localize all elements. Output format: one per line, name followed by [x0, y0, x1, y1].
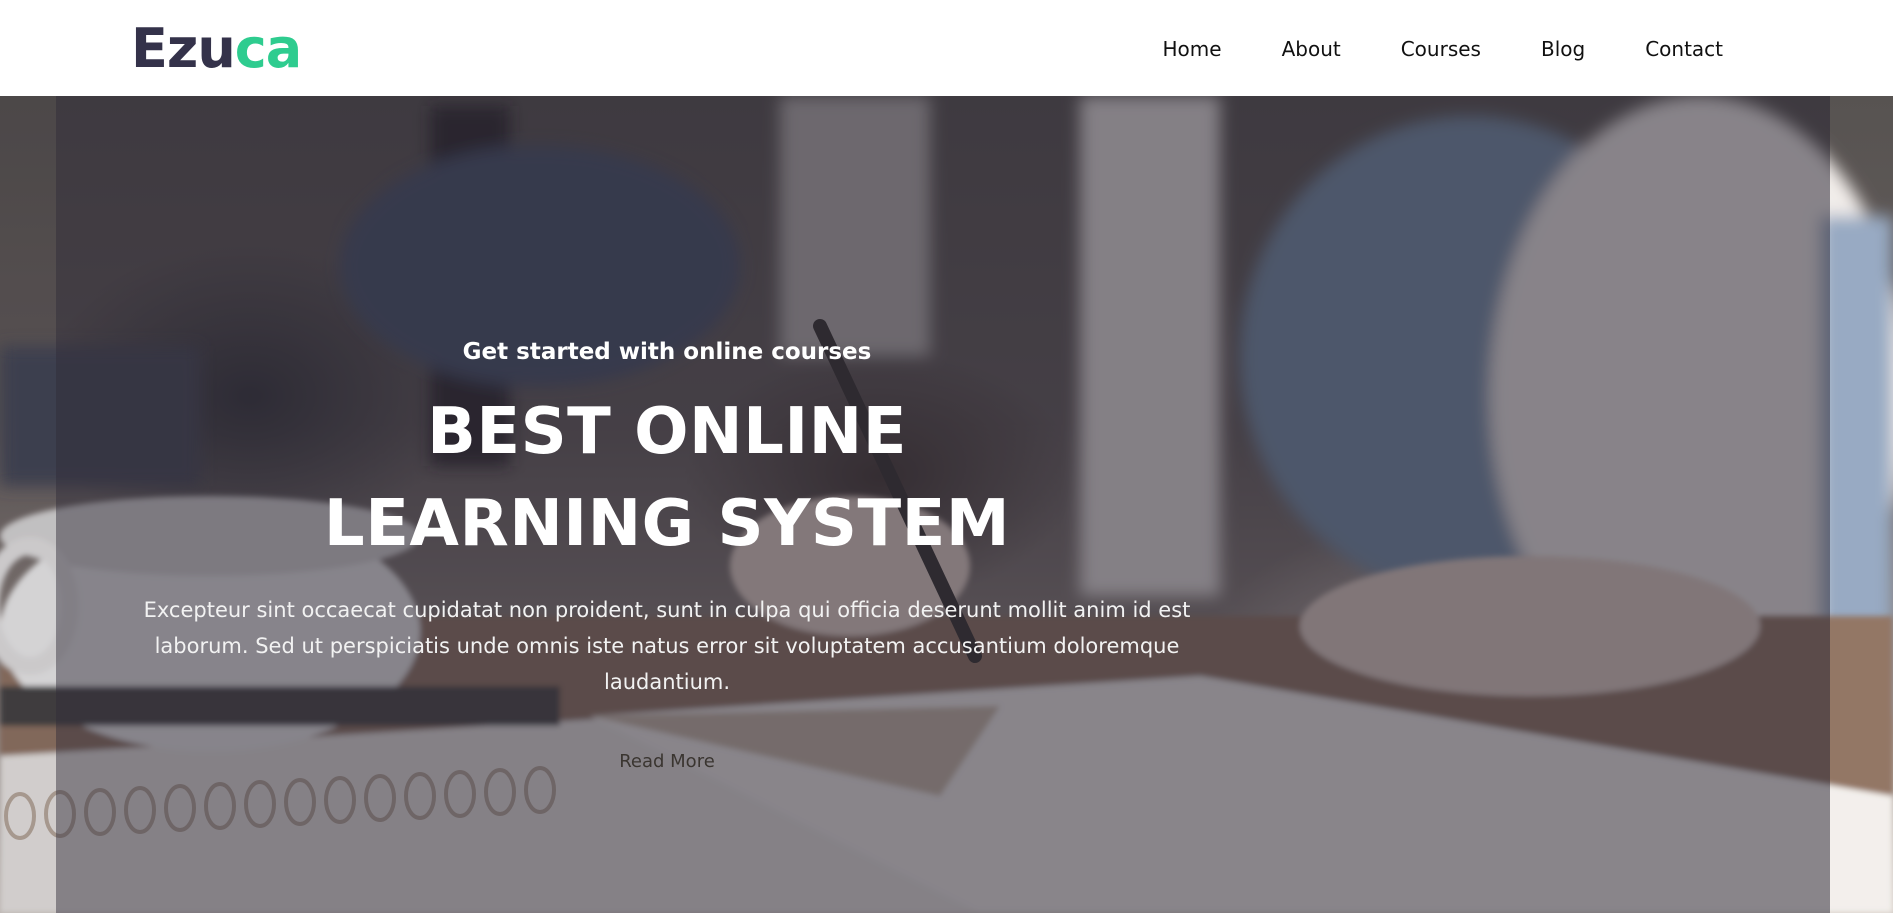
brand-logo[interactable]: Ezuca — [131, 17, 302, 80]
navbar: Ezuca Home About Courses Blog Contact — [0, 0, 1893, 96]
hero-title-line-1: BEST ONLINE — [427, 395, 907, 469]
nav-item-courses[interactable]: Courses — [1401, 36, 1481, 62]
nav-item-about[interactable]: About — [1282, 36, 1341, 62]
nav-item-contact[interactable]: Contact — [1645, 36, 1723, 62]
hero-title: BEST ONLINE LEARNING SYSTEM — [132, 386, 1202, 570]
read-more-button[interactable]: Read More — [619, 750, 715, 774]
hero-subtitle: Get started with online courses — [462, 339, 872, 365]
hero-title-line-2: LEARNING SYSTEM — [323, 487, 1011, 561]
logo-text-dark: Ezu — [131, 17, 236, 80]
hero-side-shade-left — [0, 96, 56, 913]
logo-text-accent: ca — [234, 17, 302, 80]
hero-description: Excepteur sint occaecat cupidatat non pr… — [143, 598, 1191, 694]
hero-side-shade-right — [1830, 96, 1893, 913]
nav-item-blog[interactable]: Blog — [1541, 36, 1585, 62]
main-nav: Home About Courses Blog Contact — [1163, 36, 1723, 62]
nav-item-home[interactable]: Home — [1163, 36, 1222, 62]
hero-content: Get started with online courses BEST ONL… — [132, 336, 1202, 774]
hero-section: Get started with online courses BEST ONL… — [0, 96, 1893, 913]
